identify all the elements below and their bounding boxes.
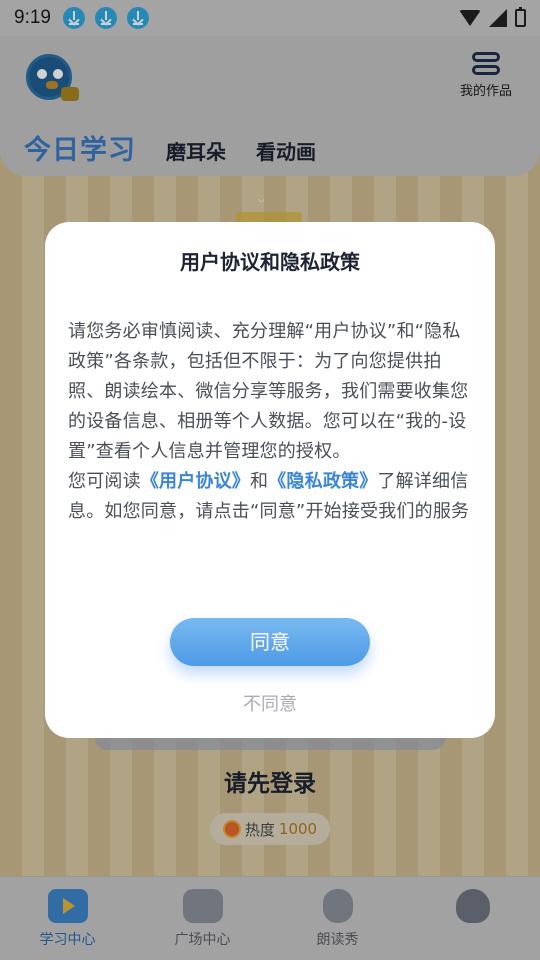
agree-button[interactable]: 同意	[170, 618, 370, 666]
dialog-body-prefix: 您可阅读	[68, 471, 141, 492]
and-text: 和	[250, 471, 269, 492]
privacy-policy-link[interactable]: 《隐私政策》	[268, 471, 377, 492]
dialog-body: 请您务必审慎阅读、充分理解“用户协议”和“隐私政策”各条款，包括但不限于：为了向…	[68, 317, 474, 527]
dialog-title: 用户协议和隐私政策	[180, 250, 360, 274]
dialog-body-text: 请您务必审慎阅读、充分理解“用户协议”和“隐私政策”各条款，包括但不限于：为了向…	[68, 321, 469, 462]
user-agreement-link[interactable]: 《用户协议》	[141, 471, 250, 492]
disagree-button[interactable]: 不同意	[170, 690, 370, 716]
privacy-dialog: 用户协议和隐私政策 请您务必审慎阅读、充分理解“用户协议”和“隐私政策”各条款，…	[45, 222, 495, 738]
